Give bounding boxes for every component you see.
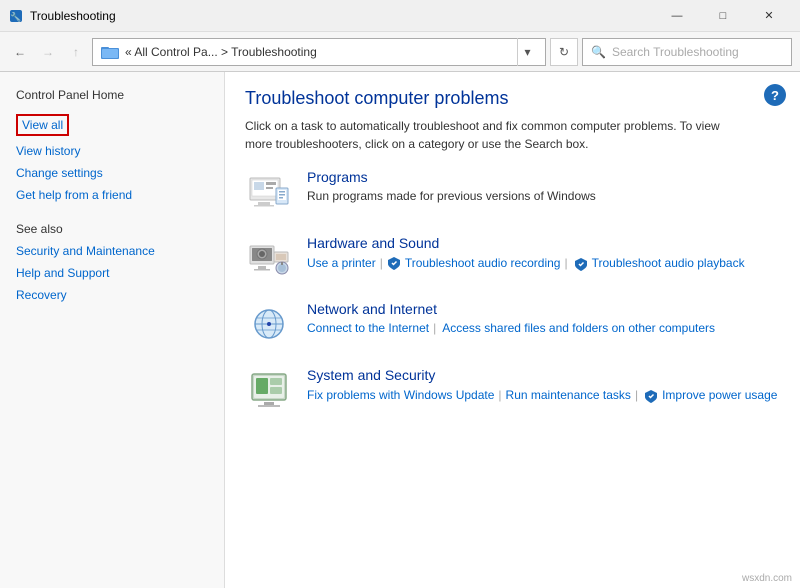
back-button[interactable]: ← bbox=[8, 40, 32, 64]
network-icon bbox=[245, 301, 293, 349]
network-info: Network and Internet Connect to the Inte… bbox=[307, 301, 780, 335]
network-links: Connect to the Internet | Access shared … bbox=[307, 321, 780, 335]
path-icon bbox=[101, 43, 119, 61]
sidebar-link-get-help[interactable]: Get help from a friend bbox=[16, 188, 208, 202]
sidebar-link-view-history[interactable]: View history bbox=[16, 144, 208, 158]
content-description: Click on a task to automatically trouble… bbox=[245, 117, 725, 153]
sidebar: Control Panel Home View all View history… bbox=[0, 72, 225, 588]
programs-icon bbox=[245, 169, 293, 217]
system-title[interactable]: System and Security bbox=[307, 367, 780, 383]
svg-text:🔧: 🔧 bbox=[10, 11, 21, 22]
hardware-icon bbox=[245, 235, 293, 283]
connect-internet-link[interactable]: Connect to the Internet bbox=[307, 321, 429, 335]
address-box[interactable]: « All Control Pa... > Troubleshooting ▾ bbox=[92, 38, 546, 66]
sidebar-links: View all View history Change settings Ge… bbox=[16, 114, 208, 202]
printer-link[interactable]: Use a printer bbox=[307, 256, 376, 270]
system-info: System and Security Fix problems with Wi… bbox=[307, 367, 780, 403]
windows-update-link[interactable]: Fix problems with Windows Update bbox=[307, 388, 494, 402]
address-path: « All Control Pa... > Troubleshooting bbox=[125, 45, 517, 59]
up-button[interactable]: ↑ bbox=[64, 40, 88, 64]
maximize-button[interactable]: □ bbox=[700, 0, 746, 32]
minimize-button[interactable]: — bbox=[654, 0, 700, 32]
hardware-links: Use a printer | Troubleshoot audio recor… bbox=[307, 255, 780, 271]
sidebar-link-recovery[interactable]: Recovery bbox=[16, 288, 208, 302]
sidebar-link-change-settings[interactable]: Change settings bbox=[16, 166, 208, 180]
content-area: ? Troubleshoot computer problems Click o… bbox=[225, 72, 800, 588]
sidebar-link-security[interactable]: Security and Maintenance bbox=[16, 244, 208, 258]
search-icon: 🔍 bbox=[591, 45, 606, 59]
audio-playback-link[interactable]: Troubleshoot audio playback bbox=[592, 256, 745, 270]
forward-button[interactable]: → bbox=[36, 40, 60, 64]
sidebar-home-title: Control Panel Home bbox=[16, 88, 208, 102]
close-button[interactable]: ✕ bbox=[746, 0, 792, 32]
shield-icon-2 bbox=[574, 257, 588, 271]
category-hardware: Hardware and Sound Use a printer | Troub… bbox=[245, 235, 780, 283]
title-bar: 🔧 Troubleshooting — □ ✕ bbox=[0, 0, 800, 32]
watermark: wsxdn.com bbox=[742, 573, 792, 584]
sep2: | bbox=[564, 256, 567, 270]
programs-title[interactable]: Programs bbox=[307, 169, 780, 185]
sep1: | bbox=[380, 256, 383, 270]
address-dropdown[interactable]: ▾ bbox=[517, 38, 537, 66]
window-title: Troubleshooting bbox=[30, 9, 654, 23]
sidebar-link-view-all[interactable]: View all bbox=[16, 114, 69, 136]
see-also-links: Security and Maintenance Help and Suppor… bbox=[16, 244, 208, 302]
maintenance-link[interactable]: Run maintenance tasks bbox=[506, 388, 631, 402]
sep4: | bbox=[498, 388, 501, 402]
sep5: | bbox=[635, 388, 638, 402]
category-system: System and Security Fix problems with Wi… bbox=[245, 367, 780, 415]
app-icon: 🔧 bbox=[8, 8, 24, 24]
network-title[interactable]: Network and Internet bbox=[307, 301, 780, 317]
shield-icon-3 bbox=[644, 389, 658, 403]
programs-info: Programs Run programs made for previous … bbox=[307, 169, 780, 203]
window-controls: — □ ✕ bbox=[654, 0, 792, 32]
category-network: Network and Internet Connect to the Inte… bbox=[245, 301, 780, 349]
sep3: | bbox=[433, 321, 436, 335]
programs-desc: Run programs made for previous versions … bbox=[307, 189, 596, 203]
shield-icon-1 bbox=[387, 256, 401, 270]
refresh-button[interactable]: ↻ bbox=[550, 38, 578, 66]
hardware-info: Hardware and Sound Use a printer | Troub… bbox=[307, 235, 780, 271]
main-container: Control Panel Home View all View history… bbox=[0, 72, 800, 588]
hardware-title[interactable]: Hardware and Sound bbox=[307, 235, 780, 251]
search-placeholder: Search Troubleshooting bbox=[612, 45, 739, 59]
content-title: Troubleshoot computer problems bbox=[245, 88, 780, 109]
system-icon bbox=[245, 367, 293, 415]
see-also-title: See also bbox=[16, 222, 208, 236]
address-bar: ← → ↑ « All Control Pa... > Troubleshoot… bbox=[0, 32, 800, 72]
programs-subtitle: Run programs made for previous versions … bbox=[307, 189, 780, 203]
power-usage-link[interactable]: Improve power usage bbox=[662, 388, 777, 402]
search-box[interactable]: 🔍 Search Troubleshooting bbox=[582, 38, 792, 66]
category-programs: Programs Run programs made for previous … bbox=[245, 169, 780, 217]
audio-recording-link[interactable]: Troubleshoot audio recording bbox=[405, 256, 561, 270]
sidebar-link-help-support[interactable]: Help and Support bbox=[16, 266, 208, 280]
system-links: Fix problems with Windows Update | Run m… bbox=[307, 387, 780, 403]
help-icon[interactable]: ? bbox=[764, 84, 786, 106]
shared-files-link[interactable]: Access shared files and folders on other… bbox=[442, 321, 715, 335]
